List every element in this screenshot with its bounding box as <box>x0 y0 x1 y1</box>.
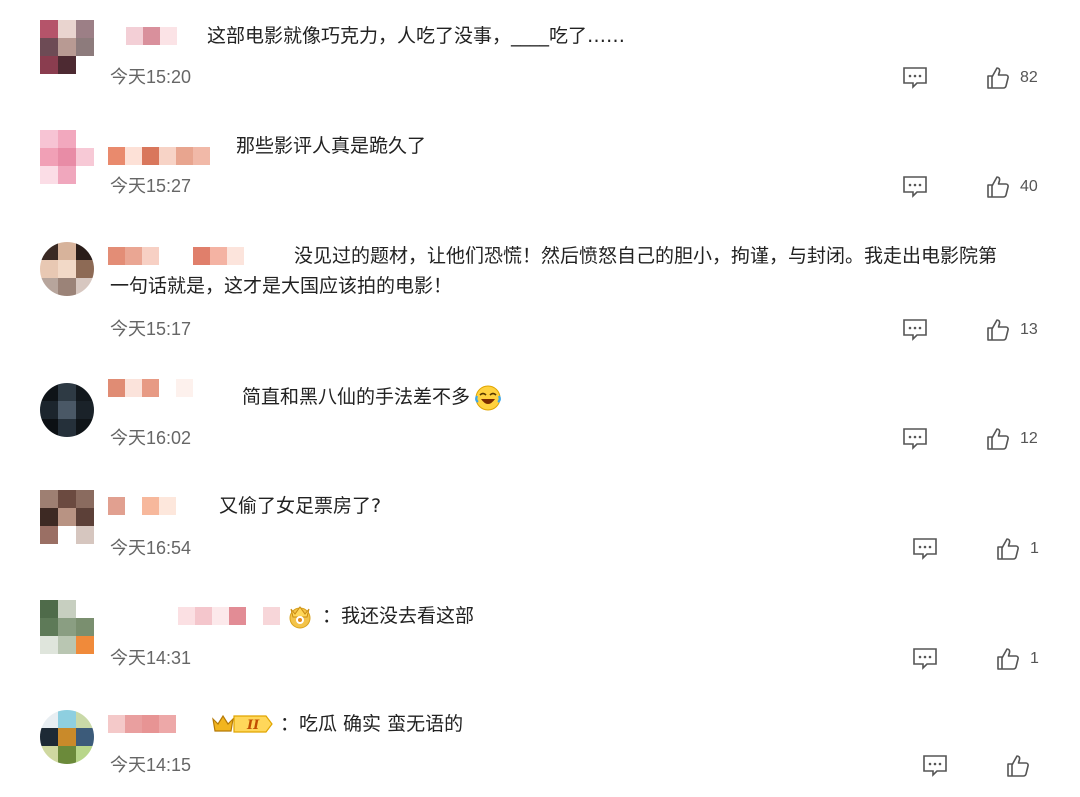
comment-text: ：吃瓜 确实 蛮无语的 <box>280 713 464 735</box>
avatar[interactable] <box>40 600 94 654</box>
thumbs-up-icon <box>987 319 1009 341</box>
comment-time: 今天15:17 <box>110 319 192 339</box>
comment-bubble-icon[interactable] <box>902 66 928 90</box>
username-blurred[interactable] <box>126 27 177 45</box>
username-row: II ：吃瓜 确实 蛮无语的 <box>108 708 463 740</box>
comment-item: 没见过的题材，让他们恐慌！然后愤怒自己的胆小，拘谨，与封闭。我走出电影院第 一句… <box>0 240 1080 350</box>
username-row <box>108 240 261 272</box>
like-button[interactable]: 82 <box>986 66 1038 90</box>
like-count: 12 <box>1020 430 1038 447</box>
username-row: 又偷了女足票房了? <box>108 490 381 522</box>
username-blurred[interactable] <box>108 715 210 733</box>
username-blurred[interactable] <box>108 247 261 265</box>
comment-item: 简直和黑八仙的手法差不多 今天16:02 12 <box>0 379 1080 480</box>
comment-time: 今天16:54 <box>110 538 192 558</box>
comment-time: 今天15:27 <box>110 176 192 196</box>
like-button[interactable] <box>1006 754 1040 778</box>
comment-bubble-icon[interactable] <box>912 537 938 561</box>
thumbs-up-icon <box>987 176 1009 198</box>
like-count: 82 <box>1020 69 1038 86</box>
avatar[interactable] <box>40 20 94 74</box>
comment-time: 今天15:20 <box>110 67 192 87</box>
crown-badge-icon[interactable]: II <box>210 711 276 737</box>
comment-item: 那些影评人真是跪久了 今天15:27 40 <box>0 130 1080 230</box>
svg-text:II: II <box>246 718 260 733</box>
crown-badge-icon[interactable] <box>284 603 316 629</box>
comment-item: 又偷了女足票房了? 今天16:54 1 <box>0 490 1080 590</box>
comment-item: ：我还没去看这部 今天14:31 1 <box>0 600 1080 700</box>
username-blurred[interactable] <box>108 147 210 165</box>
like-count: 1 <box>1030 650 1039 667</box>
avatar[interactable] <box>40 383 94 437</box>
like-count: 40 <box>1020 178 1038 195</box>
avatar[interactable] <box>40 130 94 184</box>
laughing-crying-emoji <box>475 385 501 410</box>
like-button[interactable]: 1 <box>996 537 1039 561</box>
comment-bubble-icon[interactable] <box>902 318 928 342</box>
username-blurred[interactable] <box>178 607 280 625</box>
thumbs-up-icon <box>987 67 1009 89</box>
comment-time: 今天14:31 <box>110 648 192 668</box>
like-count: 1 <box>1030 540 1039 557</box>
thumbs-up-icon <box>1007 755 1029 777</box>
username-row: 那些影评人真是跪久了 <box>108 130 427 165</box>
thumbs-up-icon <box>987 428 1009 450</box>
like-button[interactable]: 1 <box>996 647 1039 671</box>
username-row <box>108 372 210 404</box>
comment-text-line: 一句话就是，这才是大国应该拍的电影！ <box>110 275 453 297</box>
like-count: 13 <box>1020 321 1038 338</box>
comment-text: 那些影评人真是跪久了 <box>236 135 427 157</box>
comment-bubble-icon[interactable] <box>902 427 928 451</box>
thumbs-up-icon <box>997 538 1019 560</box>
like-button[interactable]: 13 <box>986 318 1038 342</box>
comment-item: 这部电影就像巧克力，人吃了没事，____吃了…… 今天15:20 82 <box>0 20 1080 120</box>
comment-text-line: 没见过的题材，让他们恐慌！然后愤怒自己的胆小，拘谨，与封闭。我走出电影院第 <box>294 245 998 267</box>
comment-time: 今天16:02 <box>110 428 192 448</box>
avatar[interactable] <box>40 710 94 764</box>
username-row: ：我还没去看这部 <box>108 600 474 632</box>
comment-text: ：我还没去看这部 <box>322 605 475 627</box>
comment-item: II ：吃瓜 确实 蛮无语的 今天14:15 <box>0 708 1080 797</box>
comment-text: 这部电影就像巧克力，人吃了没事，____吃了…… <box>207 25 626 47</box>
avatar[interactable] <box>40 242 94 296</box>
comment-bubble-icon[interactable] <box>902 175 928 199</box>
comment-text: 简直和黑八仙的手法差不多 <box>242 381 502 413</box>
thumbs-up-icon <box>997 648 1019 670</box>
comment-bubble-icon[interactable] <box>912 647 938 671</box>
comment-text: 又偷了女足票房了? <box>219 495 382 517</box>
username-blurred[interactable] <box>108 379 210 397</box>
comment-bubble-icon[interactable] <box>922 754 948 778</box>
avatar[interactable] <box>40 490 94 544</box>
like-button[interactable]: 12 <box>986 427 1038 451</box>
comment-text-body: 简直和黑八仙的手法差不多 <box>242 386 471 408</box>
username-row: 这部电影就像巧克力，人吃了没事，____吃了…… <box>108 20 625 52</box>
username-blurred[interactable] <box>108 497 193 515</box>
comment-time: 今天14:15 <box>110 755 192 775</box>
like-button[interactable]: 40 <box>986 175 1038 199</box>
